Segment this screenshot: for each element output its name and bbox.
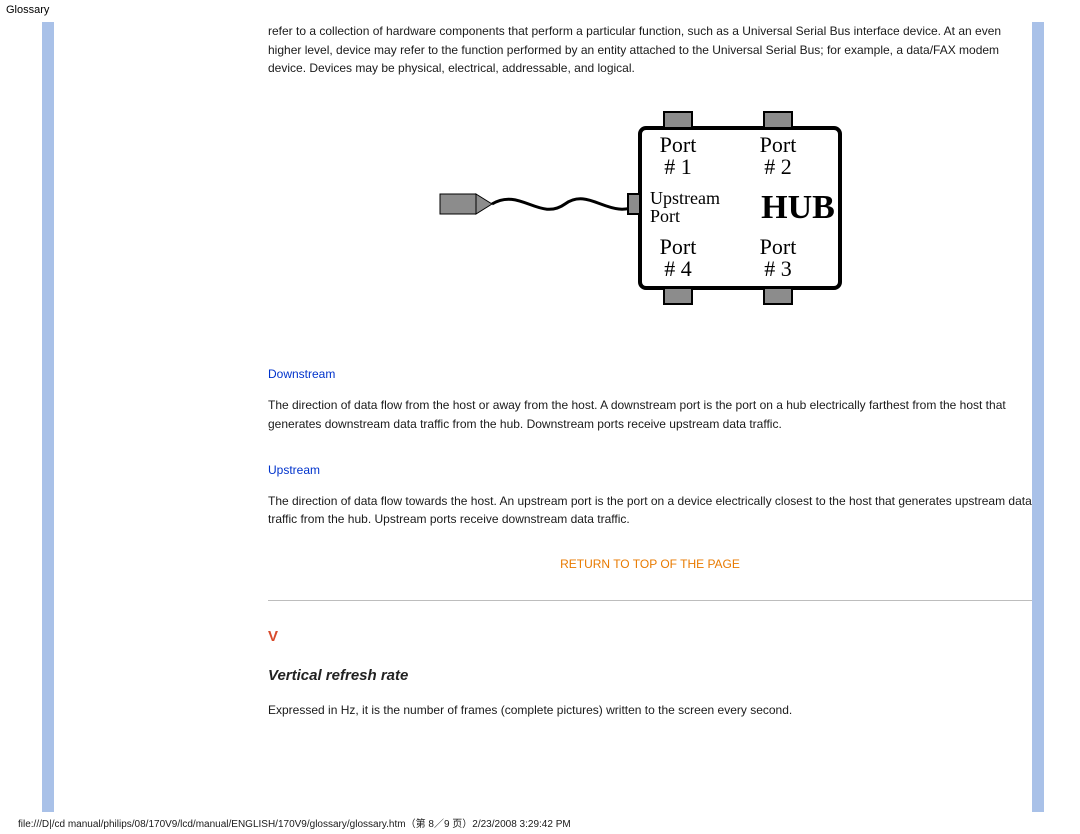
svg-text:# 1: # 1 (664, 154, 692, 179)
intro-paragraph: refer to a collection of hardware compon… (268, 22, 1032, 78)
term-upstream-label: Upstream (268, 461, 1032, 480)
term-downstream-body: The direction of data flow from the host… (268, 396, 1032, 433)
svg-text:Port: Port (650, 206, 680, 226)
term-downstream-label: Downstream (268, 365, 1032, 384)
svg-text:Upstream: Upstream (650, 188, 720, 208)
left-accent-bar (42, 22, 54, 812)
svg-text:HUB: HUB (761, 189, 835, 226)
footer-path: file:///D|/cd manual/philips/08/170V9/lc… (18, 815, 571, 830)
main-content: refer to a collection of hardware compon… (268, 22, 1032, 720)
section-heading-vertical-refresh: Vertical refresh rate (268, 664, 1032, 687)
section-letter-v: V (268, 625, 1032, 648)
right-accent-bar (1032, 22, 1044, 812)
return-to-top-link[interactable]: RETURN TO TOP OF THE PAGE (268, 555, 1032, 574)
svg-text:# 3: # 3 (764, 256, 792, 281)
page-title: Glossary (0, 0, 1080, 16)
divider (268, 600, 1032, 601)
svg-text:# 2: # 2 (764, 154, 792, 179)
svg-text:# 4: # 4 (664, 256, 692, 281)
term-upstream-body: The direction of data flow towards the h… (268, 492, 1032, 529)
hub-diagram: Port # 1 Port # 2 Upstream Port HUB Port… (268, 92, 1032, 328)
section-body-vertical-refresh: Expressed in Hz, it is the number of fra… (268, 701, 1032, 720)
